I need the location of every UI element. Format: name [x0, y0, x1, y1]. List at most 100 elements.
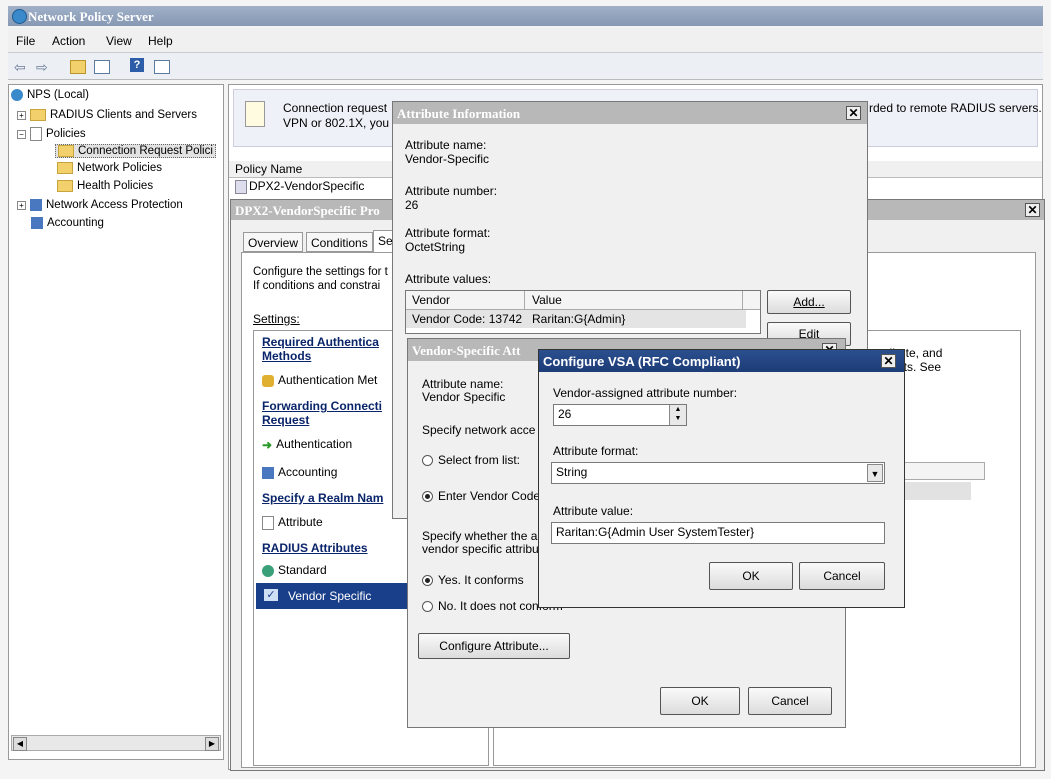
cancel-button[interactable]: Cancel — [748, 687, 832, 715]
policy-row[interactable]: DPX2-VendorSpecific — [233, 178, 393, 194]
tree-item-accounting[interactable]: Accounting — [31, 217, 104, 229]
ok-button[interactable]: OK — [709, 562, 793, 590]
column-header-vendor[interactable]: Vendor — [412, 293, 450, 307]
tree-label: Accounting — [47, 217, 104, 230]
tree-label: Health Policies — [77, 180, 154, 193]
menu-file[interactable]: File — [16, 34, 35, 48]
window-title: Network Policy Server — [28, 9, 154, 24]
menu-view[interactable]: View — [106, 34, 132, 48]
arrow-right-icon: ➜ — [262, 437, 273, 452]
attr-values-label: Attribute values: — [405, 272, 492, 286]
view-icon[interactable] — [154, 60, 170, 74]
settings-item-attribute[interactable]: Attribute — [262, 515, 323, 530]
configure-attribute-button[interactable]: Configure Attribute... — [418, 633, 570, 659]
radio-label: Yes. It conforms — [438, 573, 524, 587]
tree-item-radius-clients[interactable]: + RADIUS Clients and Servers — [17, 109, 197, 121]
vsa-format-select[interactable]: String ▼ — [551, 462, 885, 484]
column-header-policy-name[interactable]: Policy Name — [235, 162, 302, 176]
tab-conditions[interactable]: Conditions — [306, 232, 373, 252]
section-methods: Methods — [262, 349, 312, 363]
tree-label: Connection Request Polici — [78, 145, 213, 158]
tree-item-connection-request[interactable]: Connection Request Polici — [55, 144, 216, 159]
chevron-down-icon[interactable]: ▼ — [867, 464, 883, 482]
specify-whether-line1: Specify whether the a — [422, 529, 538, 543]
select-value: String — [556, 465, 588, 479]
info-text-line2: VPN or 802.1X, you — [283, 116, 390, 130]
vsa-format-label: Attribute format: — [553, 444, 639, 458]
ok-button[interactable]: OK — [660, 687, 740, 715]
folder-open-icon — [58, 145, 74, 157]
tab-overview[interactable]: Overview — [243, 232, 304, 252]
forward-icon[interactable]: ⇨ — [36, 59, 48, 76]
tree-item-policies[interactable]: − Policies — [17, 127, 86, 141]
expand-icon[interactable]: + — [17, 200, 26, 210]
help-icon[interactable]: ? — [130, 58, 144, 72]
vsa-name-label: Attribute name: — [422, 377, 504, 391]
vsa-value-label: Attribute value: — [553, 504, 634, 518]
tree-scrollbar[interactable]: ◀ ▶ — [11, 735, 221, 751]
settings-item-auth-methods[interactable]: Authentication Met — [262, 373, 377, 387]
enter-vendor-code-radio[interactable]: Enter Vendor Code — [422, 489, 540, 503]
settings-item-accounting[interactable]: Accounting — [262, 465, 337, 479]
stepper-arrows-icon[interactable]: ▲ ▼ — [669, 405, 686, 425]
menu-action[interactable]: Action — [52, 34, 85, 48]
console-tree-icon[interactable] — [94, 60, 110, 74]
attr-number-value: 26 — [405, 198, 419, 212]
add-button[interactable]: Add... — [767, 290, 851, 314]
item-label: Authentication — [276, 437, 353, 451]
cell-vendor: Vendor Code: 13742 — [412, 312, 523, 326]
folder-icon — [57, 162, 73, 174]
policy-name-cell: DPX2-VendorSpecific — [249, 179, 365, 193]
table-row[interactable]: Vendor Code: 13742 Raritan:G{Admin} — [406, 310, 746, 328]
server-icon — [11, 89, 23, 101]
configure-vsa-title: Configure VSA (RFC Compliant) — [543, 354, 741, 369]
section-request: Request — [262, 413, 310, 427]
collapse-icon[interactable]: − — [17, 129, 26, 139]
item-label: Accounting — [278, 465, 338, 479]
scroll-right-icon[interactable]: ▶ — [205, 737, 219, 751]
tree-item-health-policies[interactable]: Health Policies — [57, 180, 153, 192]
tree-item-network-policies[interactable]: Network Policies — [57, 162, 162, 174]
tree-item-root[interactable]: NPS (Local) — [11, 89, 89, 101]
properties-title: DPX2-VendorSpecific Pro — [235, 203, 380, 218]
settings-description-line1: Configure the settings for t — [253, 266, 388, 278]
vsa-number-label: Vendor-assigned attribute number: — [553, 386, 738, 400]
radio-icon — [422, 575, 433, 587]
attr-format-value: OctetString — [405, 240, 466, 254]
settings-item-standard[interactable]: Standard — [262, 563, 327, 577]
column-header-value[interactable]: Value — [532, 293, 562, 307]
configure-vsa-title-bar: Configure VSA (RFC Compliant) ✕ — [539, 350, 904, 372]
cell-value: Raritan:G{Admin} — [532, 312, 626, 326]
section-radius-attributes: RADIUS Attributes — [262, 541, 368, 555]
document-icon — [245, 101, 265, 127]
tree-label: Network Policies — [77, 162, 162, 175]
settings-description-line2: If conditions and constrai — [253, 280, 381, 292]
yes-conforms-radio[interactable]: Yes. It conforms — [422, 573, 524, 587]
back-icon[interactable]: ⇦ — [14, 59, 26, 76]
accounting-icon — [31, 217, 43, 229]
menu-help[interactable]: Help — [148, 34, 173, 48]
globe-icon — [262, 564, 274, 577]
cancel-button[interactable]: Cancel — [799, 562, 885, 590]
vsa-number-stepper[interactable]: 26 ▲ ▼ — [553, 404, 687, 426]
toolbar: ⇦ ⇨ ? — [8, 53, 1043, 80]
scroll-left-icon[interactable]: ◀ — [13, 737, 27, 751]
expand-icon[interactable]: + — [17, 110, 26, 120]
settings-item-authentication[interactable]: ➜ Authentication — [262, 437, 352, 452]
tree-pane: NPS (Local) + RADIUS Clients and Servers … — [8, 84, 224, 760]
up-folder-icon[interactable] — [70, 60, 86, 74]
close-icon[interactable]: ✕ — [1025, 203, 1040, 217]
checkmark-icon: ✓ — [264, 589, 278, 601]
vsa-value-input[interactable]: Raritan:G{Admin User SystemTester} — [551, 522, 885, 544]
tree-item-nap[interactable]: + Network Access Protection — [17, 199, 183, 211]
radio-icon — [422, 491, 433, 503]
radio-icon — [422, 455, 433, 467]
radio-label: Enter Vendor Code — [438, 489, 541, 503]
column-divider — [742, 291, 743, 309]
close-icon[interactable]: ✕ — [881, 354, 896, 368]
attr-format-label: Attribute format: — [405, 226, 491, 240]
close-icon[interactable]: ✕ — [846, 106, 861, 120]
select-from-list-radio[interactable]: Select from list: — [422, 453, 520, 467]
item-label: Standard — [278, 563, 327, 577]
nap-icon — [30, 199, 42, 211]
